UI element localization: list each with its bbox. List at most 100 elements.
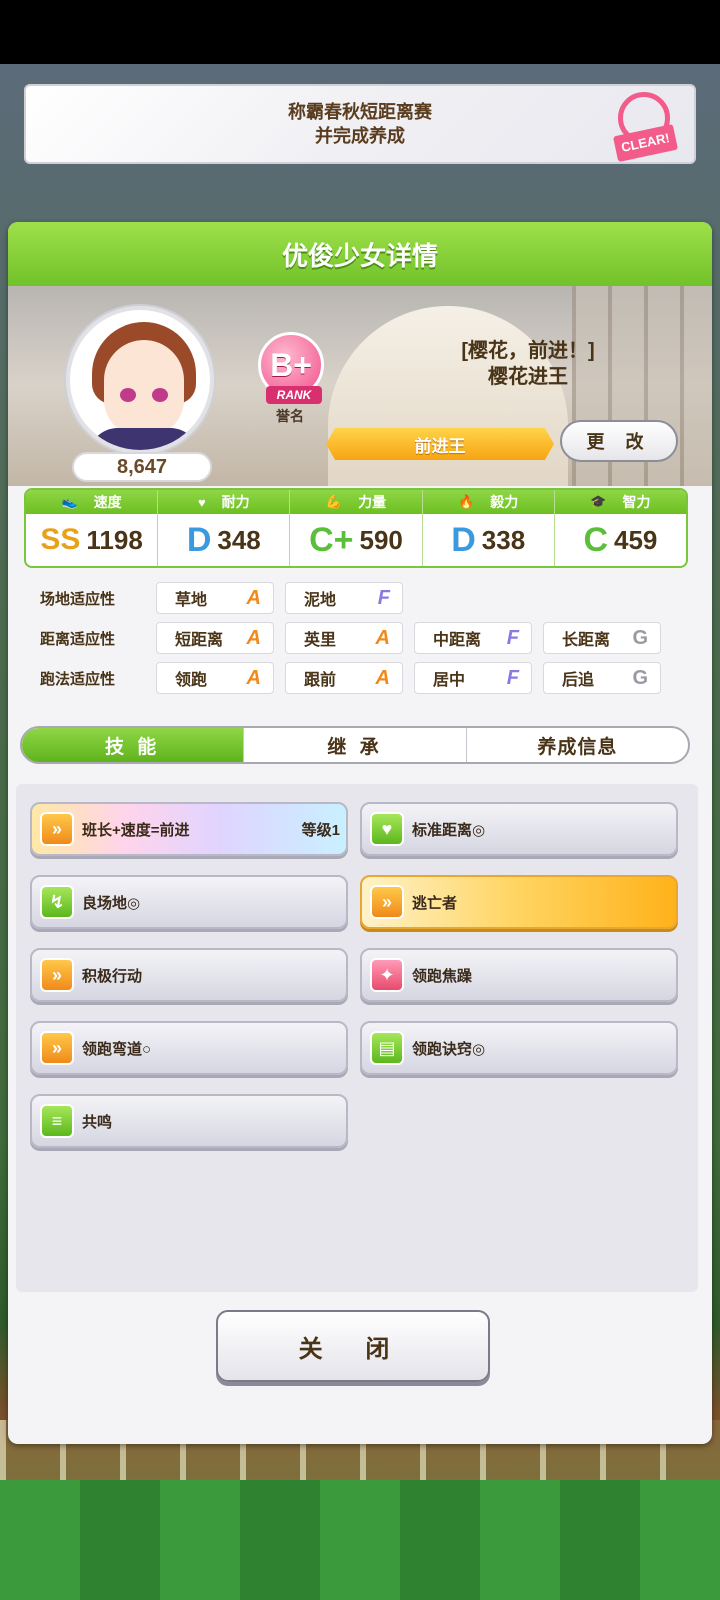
tab-skills[interactable]: 技 能 (22, 728, 245, 762)
stat-power: 💪 力量 C+ 590 (290, 490, 423, 566)
runner-icon: » (40, 1031, 74, 1065)
aptitude-grade: G (632, 626, 648, 649)
tab-inheritance[interactable]: 继 承 (244, 728, 467, 762)
stat-label: 速度 (93, 494, 122, 510)
avatar[interactable] (66, 306, 214, 454)
clear-stamp-icon: CLEAR! (604, 90, 688, 163)
muscle-icon: ↯ (40, 885, 74, 919)
aptitude-grade: A (375, 626, 390, 649)
stat-value: 459 (614, 524, 658, 555)
skill-name: 班长+速度=前进 (82, 821, 190, 839)
stat-grade: D (451, 521, 476, 559)
background-grass (0, 1480, 720, 1600)
aptitude-row-distance: 距离适应性 短距离 A 英里 A 中距离 F 长距离 G (28, 622, 692, 654)
stat-label: 智力 (622, 494, 651, 510)
skill-name: 领跑焦躁 (412, 967, 473, 985)
stat-speed: 👟 速度 SS 1198 (26, 490, 159, 566)
mission-line2: 并完成养成 (315, 126, 405, 146)
graduation-cap-icon: 🎓 (590, 494, 607, 509)
aptitude-long: 长距离 G (543, 622, 661, 654)
aptitude-grade: F (506, 666, 519, 689)
status-bar (0, 0, 720, 64)
aptitude-grade: A (246, 586, 261, 609)
character-hero: 8,647 B+ RANK 誉名 [樱花，前进！] 樱花进王 前进王 更 改 (8, 286, 712, 486)
panel-title: 优俊少女详情 (8, 222, 712, 286)
skill-item[interactable]: » 班长+速度=前进 等级1 (30, 802, 348, 856)
character-name-block: [樱花，前进！] 樱花进王 (428, 338, 628, 390)
change-epithet-button[interactable]: 更 改 (560, 420, 678, 462)
umamusume-detail-panel: 优俊少女详情 8,647 B+ RANK 誉名 [樱花，前进！] 樱花进王 前进… (8, 222, 712, 1444)
skill-item[interactable]: » 逃亡者 (360, 875, 678, 929)
runner-icon: » (40, 958, 74, 992)
aptitude-mile: 英里 A (285, 622, 403, 654)
book-icon: ▤ (370, 1031, 404, 1065)
aptitude-grade: F (377, 586, 390, 609)
skill-item[interactable]: ≡ 共鸣 (30, 1094, 348, 1148)
aptitude-grade: A (375, 666, 390, 689)
shoe-icon: 👟 (61, 494, 78, 509)
aptitude-pace-chaser: 跟前 A (285, 662, 403, 694)
skill-name: 领跑诀窍◎ (412, 1040, 486, 1058)
stats-table: 👟 速度 SS 1198 ♥ 耐力 D 348 💪 力量 C+ 590 🔥 毅力 D 338 🎓… (24, 488, 688, 568)
aptitude-grade: F (506, 626, 519, 649)
outfit-name: [樱花，前进！] (461, 340, 595, 362)
sparkle-icon: ✦ (370, 958, 404, 992)
stat-value: 590 (359, 524, 403, 555)
skills-list: » 班长+速度=前进 等级1 ♥ 标准距离◎ ↯ 良场地◎ » 逃亡者 » 积极… (16, 784, 698, 1292)
aptitude-grade: A (246, 666, 261, 689)
stat-guts: 🔥 毅力 D 338 (422, 490, 555, 566)
detail-tabs: 技 能 继 承 养成信息 (20, 726, 690, 764)
stat-value: 1198 (86, 524, 143, 555)
aptitude-label: 距离适应性 (40, 630, 116, 648)
skill-name: 逃亡者 (412, 894, 458, 912)
mission-line1: 称霸春秋短距离赛 (288, 102, 432, 122)
runner-icon: » (370, 885, 404, 919)
skill-level: 等级1 (301, 821, 340, 839)
skill-item[interactable]: ▤ 领跑诀窍◎ (360, 1021, 678, 1075)
close-button[interactable]: 关 闭 (216, 1310, 490, 1382)
aptitude-row-track: 场地适应性 草地 A 泥地 F (28, 582, 692, 614)
stat-grade: C+ (309, 521, 354, 559)
aptitude-row-style: 跑法适应性 领跑 A 跟前 A 居中 F 后追 G (28, 662, 692, 694)
flame-icon: 🔥 (458, 494, 475, 509)
rank-label: RANK (266, 386, 322, 404)
aptitude-front-runner: 领跑 A (156, 662, 274, 694)
character-name: 樱花进王 (488, 366, 568, 388)
skill-item[interactable]: ↯ 良场地◎ (30, 875, 348, 929)
aptitude-sprint: 短距离 A (156, 622, 274, 654)
runner-icon: » (40, 812, 74, 846)
epithet-banner: 前进王 (326, 428, 554, 460)
aptitude-dirt: 泥地 F (285, 582, 403, 614)
aptitude-grade: G (632, 666, 648, 689)
aptitude-medium: 中距离 F (414, 622, 532, 654)
aptitude-label: 场地适应性 (40, 590, 116, 608)
skill-name: 领跑弯道○ (82, 1040, 152, 1058)
skill-item[interactable]: » 积极行动 (30, 948, 348, 1002)
stat-value: 338 (481, 524, 526, 555)
skill-name: 良场地◎ (82, 894, 141, 912)
epithet-label: 誉名 (276, 408, 304, 424)
tab-training-info[interactable]: 养成信息 (467, 728, 688, 762)
card-icon: ≡ (40, 1104, 74, 1138)
skill-name: 积极行动 (82, 967, 143, 985)
stat-label: 耐力 (221, 494, 250, 510)
stat-stamina: ♥ 耐力 D 348 (158, 490, 291, 566)
aptitude-grade: A (246, 626, 261, 649)
stat-value: 348 (217, 524, 261, 555)
stat-wisdom: 🎓 智力 C 459 (554, 490, 686, 566)
skill-item[interactable]: ♥ 标准距离◎ (360, 802, 678, 856)
stat-grade: D (186, 521, 212, 559)
stat-grade: SS (40, 523, 81, 556)
heart-icon: ♥ (197, 494, 206, 510)
skill-name: 标准距离◎ (412, 821, 486, 839)
skill-name: 共鸣 (82, 1113, 113, 1131)
aptitude-late-surger: 居中 F (414, 662, 532, 694)
skill-item[interactable]: ✦ 领跑焦躁 (360, 948, 678, 1002)
mission-banner: 称霸春秋短距离赛 并完成养成 CLEAR! (24, 84, 696, 164)
muscle-icon: 💪 (325, 494, 343, 509)
stat-label: 毅力 (490, 494, 519, 510)
aptitude-end-closer: 后追 G (543, 662, 661, 694)
evaluation-score: 8,647 (72, 452, 212, 482)
skill-item[interactable]: » 领跑弯道○ (30, 1021, 348, 1075)
stat-grade: C (583, 521, 608, 559)
